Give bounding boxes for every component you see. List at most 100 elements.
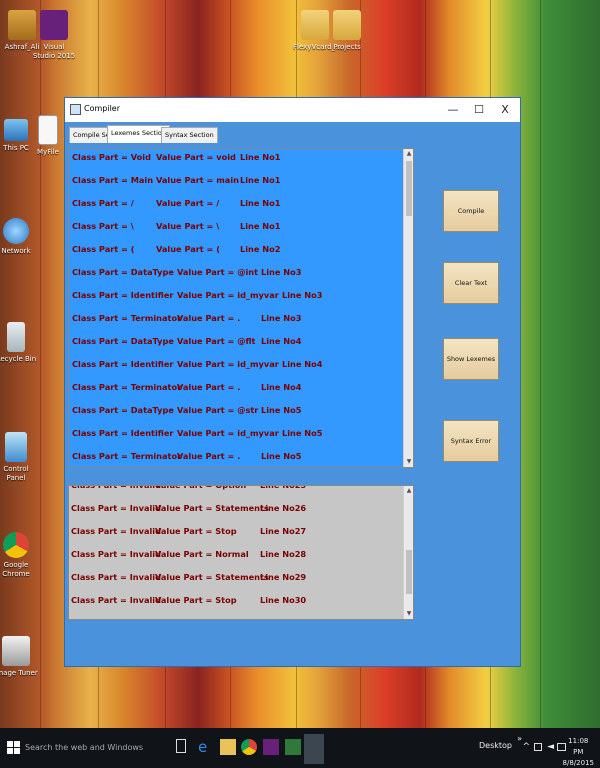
line-number-cell: Line No1 bbox=[240, 152, 281, 162]
scroll-thumb[interactable] bbox=[406, 161, 412, 216]
errors-scrollbar[interactable]: ▲ ▼ bbox=[403, 486, 413, 619]
value-part-cell: Value Part = . bbox=[177, 382, 241, 392]
class-part-cell: Class Part = DataType bbox=[72, 405, 174, 415]
desktop-icon-label: Visual Studio 2015 bbox=[32, 43, 76, 60]
line-number-cell: Line No1 bbox=[240, 198, 281, 208]
scroll-thumb[interactable] bbox=[406, 550, 412, 594]
value-part-cell: Value Part = ( bbox=[156, 244, 221, 254]
value-part-cell: Value Part = Stop bbox=[155, 526, 237, 536]
folder-icon bbox=[333, 10, 361, 40]
windows-logo-icon bbox=[7, 741, 13, 747]
taskbar-search-box[interactable]: Search the web and Windows bbox=[19, 736, 169, 760]
desktop-icon-network[interactable]: Network bbox=[0, 218, 38, 256]
desktop-icon-image-tuner[interactable]: Image Tuner bbox=[0, 636, 38, 678]
close-button[interactable]: X bbox=[494, 100, 516, 120]
desktop-icon-control-panel[interactable]: Control Panel bbox=[0, 432, 38, 483]
value-part-cell: Value Part = / bbox=[156, 198, 220, 208]
class-part-cell: Class Part = Terminator bbox=[72, 382, 182, 392]
value-part-cell: Value Part = . bbox=[177, 313, 241, 323]
value-part-cell: Value Part = @str bbox=[177, 405, 259, 415]
class-part-cell: Class Part = Invalid bbox=[71, 526, 161, 536]
control-panel-icon bbox=[5, 432, 27, 462]
lexemes-scrollbar[interactable]: ▲ ▼ bbox=[403, 149, 413, 467]
desktop-icon-visual-studio[interactable]: Visual Studio 2015 bbox=[32, 10, 76, 61]
line-number-cell: Line No1 bbox=[240, 221, 281, 231]
desktop-toolbar-label[interactable]: Desktop bbox=[479, 741, 512, 750]
recycle-bin-icon bbox=[7, 322, 25, 352]
computer-icon bbox=[4, 119, 28, 141]
syntax-error-button[interactable]: Syntax Error bbox=[443, 420, 499, 462]
class-part-cell: Class Part = Invalid bbox=[71, 572, 161, 582]
compiler-window[interactable]: Compiler — ☐ X Compile Section Lexemes S… bbox=[64, 97, 521, 667]
class-part-cell: Class Part = Identifier bbox=[72, 359, 174, 369]
lexemes-output-box[interactable]: Class Part = Void Value Part = void Line N… bbox=[68, 148, 414, 468]
tray-overflow-icon[interactable]: » bbox=[517, 734, 522, 743]
line-number-cell: Line No25 bbox=[260, 485, 307, 490]
scroll-up-arrow-icon[interactable]: ▲ bbox=[404, 486, 413, 496]
line-number-cell: Line No4 bbox=[261, 382, 302, 392]
scroll-down-arrow-icon[interactable]: ▼ bbox=[404, 609, 413, 619]
line-number-cell: Line No3 bbox=[282, 290, 323, 300]
class-part-cell: Class Part = DataType bbox=[72, 336, 174, 346]
desktop-icon-label: Recycle Bin bbox=[0, 355, 37, 363]
desktop-icon-label: Google Chrome bbox=[2, 561, 30, 578]
app-taskbar-icon[interactable] bbox=[285, 739, 301, 755]
class-part-cell: Class Part = ( bbox=[72, 244, 135, 254]
volume-icon[interactable]: ◄ bbox=[547, 742, 554, 752]
value-part-cell: Value Part = . bbox=[177, 451, 241, 461]
line-number-cell: Line No29 bbox=[260, 572, 307, 582]
line-number-cell: Line No1 bbox=[240, 175, 281, 185]
class-part-cell: Class Part = Void bbox=[72, 152, 151, 162]
clock-date: 8/8/2015 bbox=[562, 759, 594, 767]
syntax-error-output-box[interactable]: Class Part = Invalid Value Part = Option L… bbox=[68, 485, 414, 620]
compile-button[interactable]: Compile bbox=[443, 190, 499, 232]
scroll-up-arrow-icon[interactable]: ▲ bbox=[404, 149, 413, 159]
task-view-icon[interactable] bbox=[176, 739, 186, 753]
image-tuner-icon bbox=[2, 636, 30, 666]
chrome-icon bbox=[3, 532, 29, 558]
class-part-cell: Class Part = / bbox=[72, 198, 134, 208]
visual-studio-taskbar-icon[interactable] bbox=[263, 739, 279, 755]
window-titlebar[interactable]: Compiler — ☐ X bbox=[65, 98, 520, 122]
taskbar: Search the web and Windows e Desktop » ^… bbox=[0, 728, 600, 768]
desktop-icon-label: MyFile bbox=[37, 148, 59, 156]
class-part-cell: Class Part = \ bbox=[72, 221, 134, 231]
value-part-cell: Value Part = Option bbox=[155, 485, 247, 490]
value-part-cell: Value Part = id_myvar bbox=[177, 290, 279, 300]
taskbar-clock[interactable]: 11:08 PM 8/8/2015 bbox=[563, 736, 594, 768]
wood-seam bbox=[540, 0, 541, 728]
clock-time: 11:08 PM bbox=[568, 737, 589, 756]
line-number-cell: Line No4 bbox=[282, 359, 323, 369]
tab-syntax-section[interactable]: Syntax Section bbox=[161, 127, 218, 143]
chrome-taskbar-icon[interactable] bbox=[241, 739, 257, 755]
window-client-area: Compile Section Lexemes Section Syntax S… bbox=[65, 122, 520, 666]
class-part-cell: Class Part = Identifier bbox=[72, 290, 174, 300]
class-part-cell: Class Part = Invalid bbox=[71, 549, 161, 559]
class-part-cell: Class Part = Identifier bbox=[72, 428, 174, 438]
network-tray-icon[interactable] bbox=[534, 743, 542, 751]
class-part-cell: Class Part = Invalid bbox=[71, 595, 161, 605]
desktop-icon-label: Network bbox=[1, 247, 31, 255]
notifications-arrow-icon[interactable]: ^ bbox=[522, 742, 530, 752]
scroll-down-arrow-icon[interactable]: ▼ bbox=[404, 457, 413, 467]
minimize-button[interactable]: — bbox=[442, 100, 464, 120]
class-part-cell: Class Part = DataType bbox=[72, 267, 174, 277]
edge-browser-icon[interactable]: e bbox=[198, 739, 214, 755]
line-number-cell: Line No5 bbox=[261, 405, 302, 415]
network-globe-icon bbox=[3, 218, 29, 244]
line-number-cell: Line No4 bbox=[261, 336, 302, 346]
compiler-taskbar-icon[interactable] bbox=[304, 734, 324, 764]
file-explorer-icon[interactable] bbox=[220, 739, 236, 755]
class-part-cell: Class Part = Main bbox=[72, 175, 154, 185]
clear-text-button[interactable]: Clear Text bbox=[443, 262, 499, 304]
value-part-cell: Value Part = Normal bbox=[155, 549, 249, 559]
show-lexemes-button[interactable]: Show Lexemes bbox=[443, 338, 499, 380]
line-number-cell: Line No5 bbox=[282, 428, 323, 438]
value-part-cell: Value Part = id_myvar bbox=[177, 428, 279, 438]
desktop-icon-recycle-bin[interactable]: Recycle Bin bbox=[0, 322, 38, 364]
maximize-button[interactable]: ☐ bbox=[468, 100, 490, 120]
wood-seam bbox=[40, 0, 41, 728]
line-number-cell: Line No30 bbox=[260, 595, 307, 605]
desktop-icon-google-chrome[interactable]: Google Chrome bbox=[0, 532, 38, 579]
desktop-icon-projects[interactable]: Projects bbox=[325, 10, 369, 52]
